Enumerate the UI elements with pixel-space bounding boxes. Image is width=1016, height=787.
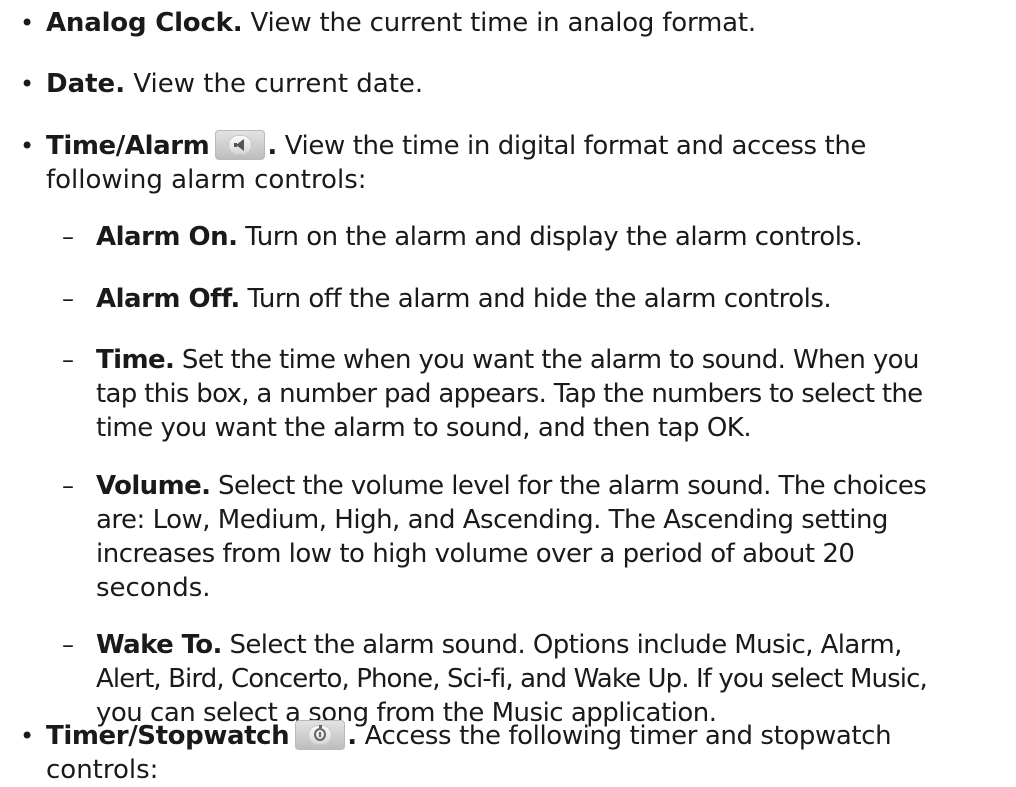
- stopwatch-icon: [295, 719, 346, 750]
- item-description: Turn on the alarm and display the alarm …: [237, 222, 863, 252]
- sub-item-text: Alarm Off. Turn off the alarm and hide t…: [96, 282, 1010, 316]
- item-term: Time/Alarm: [46, 131, 210, 161]
- item-description: Select the volume level for the alarm so…: [210, 471, 927, 501]
- list-item-text: Time/Alarm. View the time in digital for…: [46, 129, 1008, 197]
- sub-item-text: Wake To. Select the alarm sound. Options…: [96, 628, 1010, 730]
- item-term: Alarm On.: [96, 222, 238, 252]
- item-description-cont: seconds.: [96, 573, 211, 603]
- alarm-bell-icon: [215, 129, 266, 160]
- item-description-cont: following alarm controls:: [46, 165, 367, 195]
- dash: –: [62, 223, 74, 251]
- item-description: Select the alarm sound. Options include …: [221, 630, 902, 660]
- item-term: Wake To.: [96, 630, 222, 660]
- item-description-cont: controls:: [46, 755, 159, 785]
- bullet: •: [20, 722, 35, 750]
- item-description: Access the following timer and stopwatch: [356, 721, 892, 751]
- list-item-text: Analog Clock. View the current time in a…: [46, 6, 1008, 40]
- item-description-cont: tap this box, a number pad appears. Tap …: [96, 379, 923, 409]
- item-description-cont: Alert, Bird, Concerto, Phone, Sci-fi, an…: [96, 664, 928, 694]
- item-description: View the current time in analog format.: [242, 8, 757, 38]
- sub-item-text: Time. Set the time when you want the ala…: [96, 343, 1010, 445]
- sub-item-text: Volume. Select the volume level for the …: [96, 469, 1010, 605]
- item-description: Set the time when you want the alarm to …: [174, 345, 920, 375]
- list-item-text: Timer/Stopwatch. Access the following ti…: [46, 719, 1008, 787]
- dash: –: [62, 346, 74, 374]
- item-term: Date.: [46, 69, 126, 99]
- dash: –: [62, 472, 74, 500]
- bullet: •: [20, 70, 35, 98]
- bullet: •: [20, 132, 35, 160]
- dash: –: [62, 285, 74, 313]
- item-description-cont: time you want the alarm to sound, and th…: [96, 413, 752, 443]
- item-term: Alarm Off.: [96, 284, 240, 314]
- item-description-cont: increases from low to high volume over a…: [96, 539, 855, 569]
- item-description: View the current date.: [125, 69, 424, 99]
- bullet: •: [20, 9, 35, 37]
- item-term: Time.: [96, 345, 175, 375]
- item-term: Analog Clock.: [46, 8, 243, 38]
- item-term: Volume.: [96, 471, 211, 501]
- item-term: Timer/Stopwatch: [46, 721, 290, 751]
- item-description: Turn off the alarm and hide the alarm co…: [239, 284, 832, 314]
- sub-item-text: Alarm On. Turn on the alarm and display …: [96, 220, 1010, 254]
- item-description-cont: are: Low, Medium, High, and Ascending. T…: [96, 505, 888, 535]
- list-item-text: Date. View the current date.: [46, 67, 1008, 101]
- item-description: View the time in digital format and acce…: [276, 131, 867, 161]
- dash: –: [62, 631, 74, 659]
